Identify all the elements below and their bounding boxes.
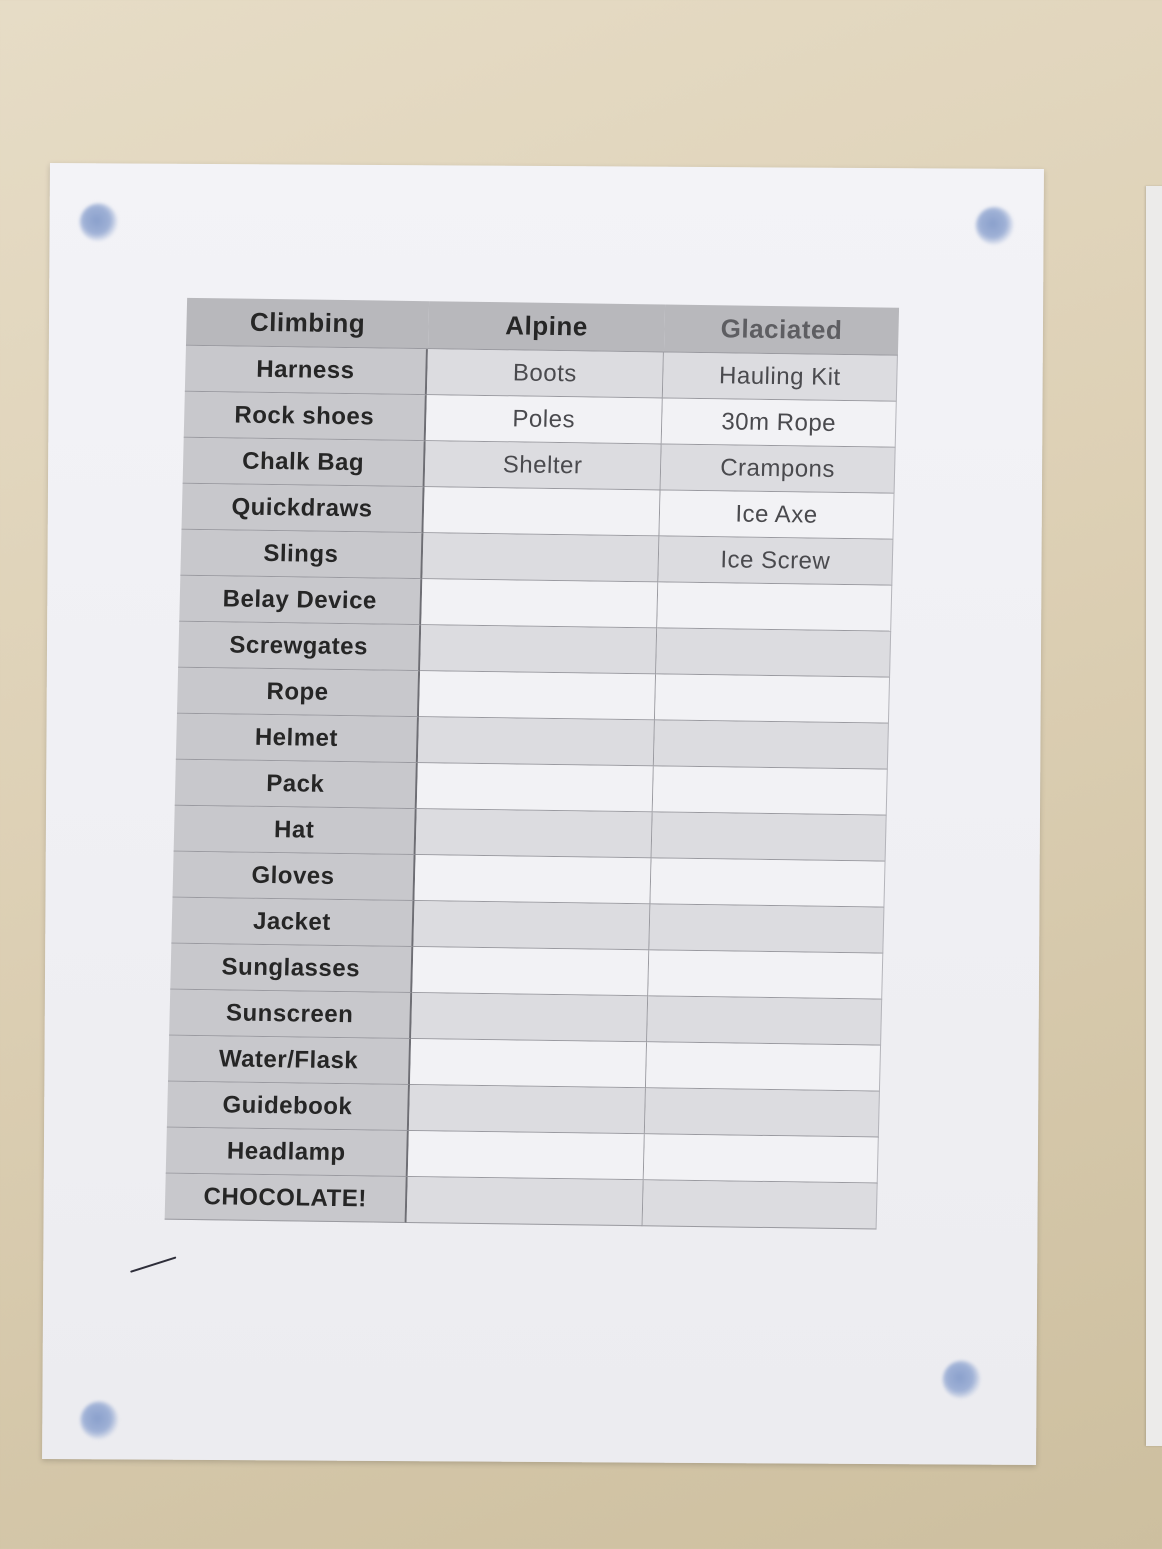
pushpin-icon xyxy=(975,206,1014,245)
climbing-item: Helmet xyxy=(175,713,419,764)
alpine-item xyxy=(408,1085,646,1135)
glaciated-item-label: Ice Screw xyxy=(720,545,831,575)
climbing-item: CHOCOLATE! xyxy=(164,1173,408,1223)
glaciated-item: Crampons xyxy=(660,444,896,494)
alpine-item-label: Shelter xyxy=(502,450,583,479)
alpine-item xyxy=(423,487,661,537)
header-alpine: Alpine xyxy=(427,301,666,353)
climbing-item: Harness xyxy=(184,345,428,396)
alpine-item xyxy=(412,947,650,997)
glaciated-item xyxy=(653,720,889,770)
glaciated-item xyxy=(650,858,886,908)
alpine-item xyxy=(418,671,657,721)
climbing-item: Chalk Bag xyxy=(182,437,426,488)
table-row: CHOCOLATE! xyxy=(164,1173,878,1230)
glaciated-item-label: Crampons xyxy=(719,453,836,483)
alpine-item: Boots xyxy=(426,349,664,399)
alpine-item: Shelter xyxy=(424,441,662,491)
adjacent-paper-edge xyxy=(1146,186,1162,1446)
alpine-item xyxy=(416,763,654,813)
alpine-item xyxy=(421,579,659,629)
alpine-item xyxy=(422,533,660,583)
glaciated-item: Hauling Kit xyxy=(662,352,898,402)
glaciated-item xyxy=(647,996,883,1046)
climbing-item: Hat xyxy=(173,805,417,856)
climbing-item: Slings xyxy=(180,529,424,580)
climbing-item: Screwgates xyxy=(178,621,422,672)
glaciated-item xyxy=(643,1134,879,1184)
climbing-item: Rock shoes xyxy=(183,391,427,442)
glaciated-item: Ice Axe xyxy=(659,490,895,540)
climbing-item: Rope xyxy=(176,667,421,718)
glaciated-item: Ice Screw xyxy=(658,536,894,586)
glaciated-item-label: Ice Axe xyxy=(735,499,818,529)
paper-sheet: Climbing Alpine Glaciated Harness Boots Ha… xyxy=(42,162,1044,1466)
climbing-item: Water/Flask xyxy=(167,1035,412,1086)
glaciated-item xyxy=(642,1180,878,1230)
alpine-item-label: Boots xyxy=(512,358,578,387)
alpine-item xyxy=(415,809,653,859)
alpine-item xyxy=(407,1130,645,1181)
alpine-item xyxy=(414,855,652,905)
pen-mark-icon xyxy=(130,1256,177,1273)
glaciated-item xyxy=(654,674,891,724)
glaciated-item xyxy=(645,1042,882,1092)
alpine-item xyxy=(411,993,649,1043)
glaciated-item: 30m Rope xyxy=(661,398,897,448)
alpine-item xyxy=(420,625,658,675)
alpine-item xyxy=(409,1039,648,1089)
climbing-item: Jacket xyxy=(171,897,415,948)
header-glaciated: Glaciated xyxy=(663,304,900,356)
alpine-item: Poles xyxy=(425,395,663,445)
climbing-item: Belay Device xyxy=(179,575,423,626)
climbing-item: Gloves xyxy=(172,851,416,902)
glaciated-item xyxy=(649,904,885,954)
alpine-item xyxy=(406,1176,644,1227)
glaciated-item xyxy=(644,1088,880,1138)
glaciated-item xyxy=(656,628,892,678)
gear-checklist-table: Climbing Alpine Glaciated Harness Boots Ha… xyxy=(164,297,900,1230)
pushpin-icon xyxy=(80,1401,119,1440)
alpine-item-label: Poles xyxy=(512,404,576,433)
climbing-item: Sunglasses xyxy=(170,943,414,994)
header-climbing: Climbing xyxy=(185,297,430,350)
pushpin-icon xyxy=(79,203,118,242)
glaciated-item xyxy=(657,582,893,632)
glaciated-item xyxy=(652,766,888,816)
glaciated-item xyxy=(651,812,887,862)
climbing-item: Headlamp xyxy=(165,1127,409,1177)
alpine-item xyxy=(417,717,655,767)
pushpin-icon xyxy=(942,1360,981,1399)
alpine-item xyxy=(413,901,651,951)
climbing-item: Quickdraws xyxy=(181,483,425,534)
climbing-item: Guidebook xyxy=(166,1081,410,1131)
glaciated-item-label: 30m Rope xyxy=(721,407,837,437)
climbing-item: Sunscreen xyxy=(169,989,413,1040)
glaciated-item-label: Hauling Kit xyxy=(718,361,841,391)
climbing-item: Pack xyxy=(174,759,418,810)
glaciated-item xyxy=(648,950,884,1000)
